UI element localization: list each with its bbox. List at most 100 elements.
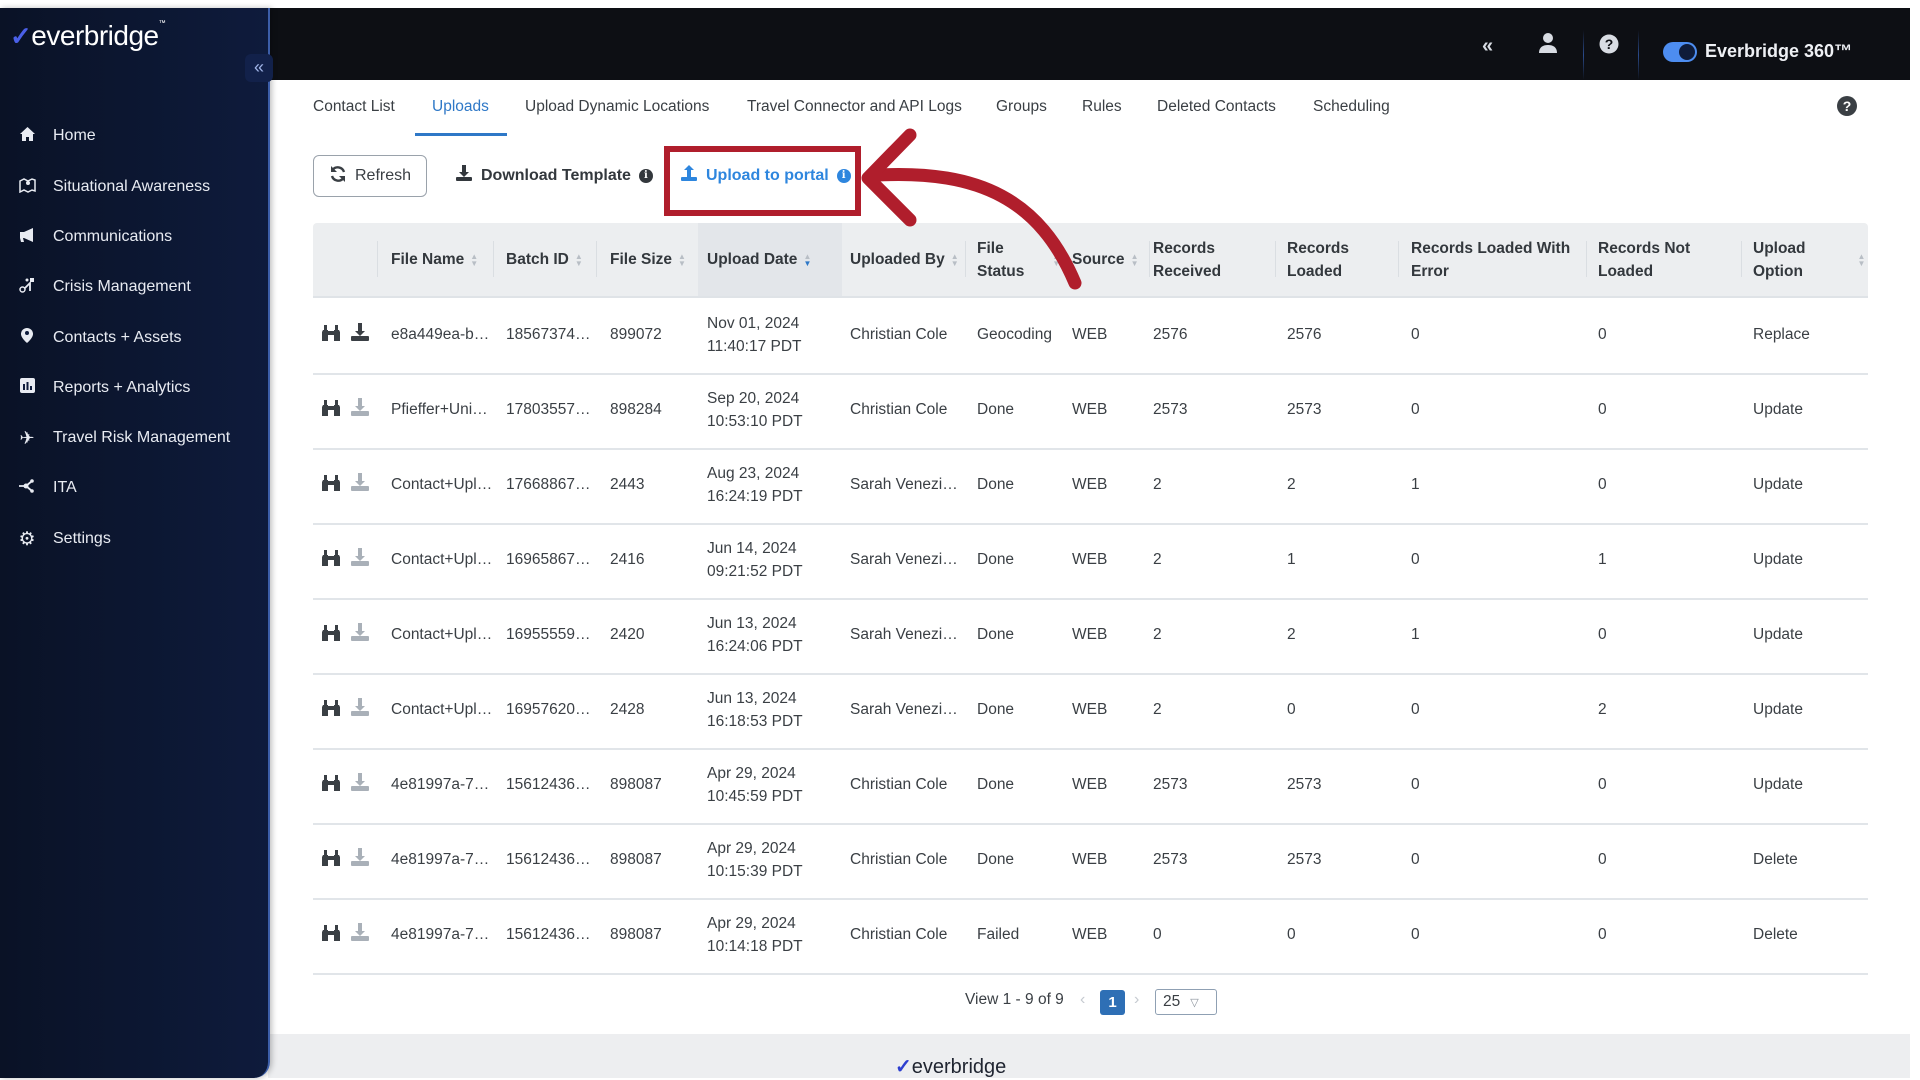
cell-upload-date: Jun 14, 2024 09:21:52 PDT (707, 539, 803, 580)
column-divider (1586, 241, 1587, 277)
refresh-button[interactable]: Refresh (313, 155, 427, 197)
column-header-file-status[interactable]: File Status ▲ ▼ (977, 223, 1067, 296)
download-file-icon[interactable] (350, 697, 370, 719)
column-header-upload-date[interactable]: Upload Date ▲ ▼ (707, 223, 811, 296)
view-details-binoculars-icon[interactable] (321, 699, 341, 722)
column-header-upload-option[interactable]: Upload Option ▲ ▼ (1753, 223, 1865, 296)
trademark: ™ (158, 20, 166, 27)
sidebar-item-communications[interactable]: Communications (0, 219, 266, 255)
info-icon[interactable]: i (638, 168, 653, 183)
tab-scheduling[interactable]: Scheduling (1313, 98, 1390, 116)
column-header-uploaded-by[interactable]: Uploaded By ▲ ▼ (850, 223, 959, 296)
tab-rules[interactable]: Rules (1082, 98, 1122, 116)
download-file-icon[interactable] (350, 847, 370, 869)
download-file-icon[interactable] (350, 322, 370, 344)
sidebar-item-travel-risk-management[interactable]: ✈ Travel Risk Management (0, 420, 266, 456)
gear-icon: ⚙ (18, 528, 36, 550)
cell-records-loaded: 0 (1287, 701, 1296, 718)
cell-records-received: 2 (1153, 701, 1162, 718)
tab-upload-dynamic-locations[interactable]: Upload Dynamic Locations (525, 98, 709, 116)
cell-file-status: Failed (977, 926, 1020, 943)
pagination-next-button[interactable]: › (1134, 991, 1139, 1009)
tab-groups[interactable]: Groups (996, 98, 1047, 116)
cell-batch-id: 16955559… (506, 626, 591, 643)
view-details-binoculars-icon[interactable] (321, 549, 341, 572)
table-row: Pfieffer+Uni… 17803557… 898284 Sep 20, 2024… (313, 373, 1868, 450)
column-divider (596, 241, 597, 277)
bar-chart-icon (17, 378, 37, 398)
refresh-icon (329, 165, 347, 188)
cell-upload-date: Jun 13, 2024 16:24:06 PDT (707, 614, 803, 655)
sort-desc-icon: ▲ ▼ (803, 251, 812, 268)
cell-records-loaded: 2573 (1287, 776, 1322, 793)
cell-batch-id: 18567374… (506, 326, 591, 343)
cell-file-name: Contact+Upl… (391, 701, 493, 718)
sidebar-item-settings[interactable]: ⚙ Settings (0, 521, 266, 557)
column-header-records-received[interactable]: Records Received (1153, 223, 1221, 296)
active-tab-indicator (415, 133, 507, 136)
tab-uploads[interactable]: Uploads (432, 98, 489, 116)
download-file-icon[interactable] (350, 547, 370, 569)
view-details-binoculars-icon[interactable] (321, 774, 341, 797)
column-header-records-loaded[interactable]: Records Loaded (1287, 223, 1349, 296)
sidebar-item-ita[interactable]: ITA (0, 470, 266, 506)
column-header-file-size[interactable]: File Size ▲ ▼ (610, 223, 686, 296)
tab-travel-connector-api-logs[interactable]: Travel Connector and API Logs (747, 98, 962, 116)
pagination-page-button[interactable]: 1 (1100, 990, 1125, 1015)
column-label: File Status (977, 239, 1025, 280)
home-icon (17, 126, 37, 147)
view-details-binoculars-icon[interactable] (321, 624, 341, 647)
column-header-records-loaded-with-error[interactable]: Records Loaded With Error (1411, 223, 1570, 296)
cell-records-loaded: 0 (1287, 926, 1296, 943)
sidebar-item-reports-analytics[interactable]: Reports + Analytics (0, 370, 266, 406)
column-header-records-not-loaded[interactable]: Records Not Loaded (1598, 223, 1690, 296)
column-header-batch-id[interactable]: Batch ID ▲ ▼ (506, 223, 583, 296)
pagination-prev-button[interactable]: ‹ (1080, 991, 1085, 1009)
everbridge-logo[interactable]: ✓everbridge™ (10, 20, 166, 52)
column-divider (1149, 241, 1150, 277)
download-template-button[interactable]: Download Template i (455, 164, 653, 187)
page-help-icon[interactable]: ? (1837, 96, 1857, 116)
sidebar-item-label: Situational Awareness (53, 178, 211, 195)
table-row: e8a449ea-b… 18567374… 899072 Nov 01, 2024 11… (313, 298, 1868, 375)
sidebar-item-situational-awareness[interactable]: Situational Awareness (0, 169, 266, 205)
view-details-binoculars-icon[interactable] (321, 474, 341, 497)
sidebar-collapse-button[interactable]: « (245, 54, 273, 82)
tab-deleted-contacts[interactable]: Deleted Contacts (1157, 98, 1276, 116)
sidebar-item-contacts-assets[interactable]: Contacts + Assets (0, 320, 266, 356)
cell-records-loaded: 2576 (1287, 326, 1322, 343)
cell-upload-option: Delete (1753, 926, 1798, 943)
download-file-icon[interactable] (350, 622, 370, 644)
help-icon[interactable]: ? (1599, 34, 1619, 60)
view-details-binoculars-icon[interactable] (321, 324, 341, 347)
cell-upload-date: Apr 29, 2024 10:14:18 PDT (707, 914, 803, 955)
cell-file-size: 2428 (610, 701, 645, 718)
sidebar-item-label: Communications (53, 228, 173, 245)
sidebar-item-label: Crisis Management (53, 278, 191, 295)
everbridge-360-toggle[interactable] (1663, 42, 1697, 62)
download-file-icon[interactable] (350, 472, 370, 494)
sidebar-item-label: Travel Risk Management (53, 429, 231, 446)
cell-uploaded-by: Christian Cole (850, 401, 948, 418)
column-label: Uploaded By (850, 251, 945, 268)
column-header-source[interactable]: Source ▲ ▼ (1072, 223, 1138, 296)
megaphone-icon (17, 227, 37, 248)
page-size-select[interactable]: 25 ▽ (1155, 989, 1217, 1015)
tab-contact-list[interactable]: Contact List (313, 98, 395, 116)
header-divider (1583, 30, 1584, 80)
sidebar-item-home[interactable]: Home (0, 118, 266, 154)
sidebar-item-label: Home (53, 127, 96, 144)
plane-icon: ✈ (19, 427, 35, 448)
cell-records-received: 2 (1153, 626, 1162, 643)
collapse-double-chevron-icon[interactable]: « (1482, 34, 1493, 58)
sidebar-item-crisis-management[interactable]: Crisis Management (0, 269, 266, 305)
user-icon[interactable] (1538, 32, 1558, 60)
view-details-binoculars-icon[interactable] (321, 399, 341, 422)
download-file-icon[interactable] (350, 772, 370, 794)
download-file-icon[interactable] (350, 922, 370, 944)
view-details-binoculars-icon[interactable] (321, 849, 341, 872)
view-details-binoculars-icon[interactable] (321, 924, 341, 947)
cell-batch-id: 16957620… (506, 701, 591, 718)
download-file-icon[interactable] (350, 397, 370, 419)
column-header-file-name[interactable]: File Name ▲ ▼ (391, 223, 478, 296)
